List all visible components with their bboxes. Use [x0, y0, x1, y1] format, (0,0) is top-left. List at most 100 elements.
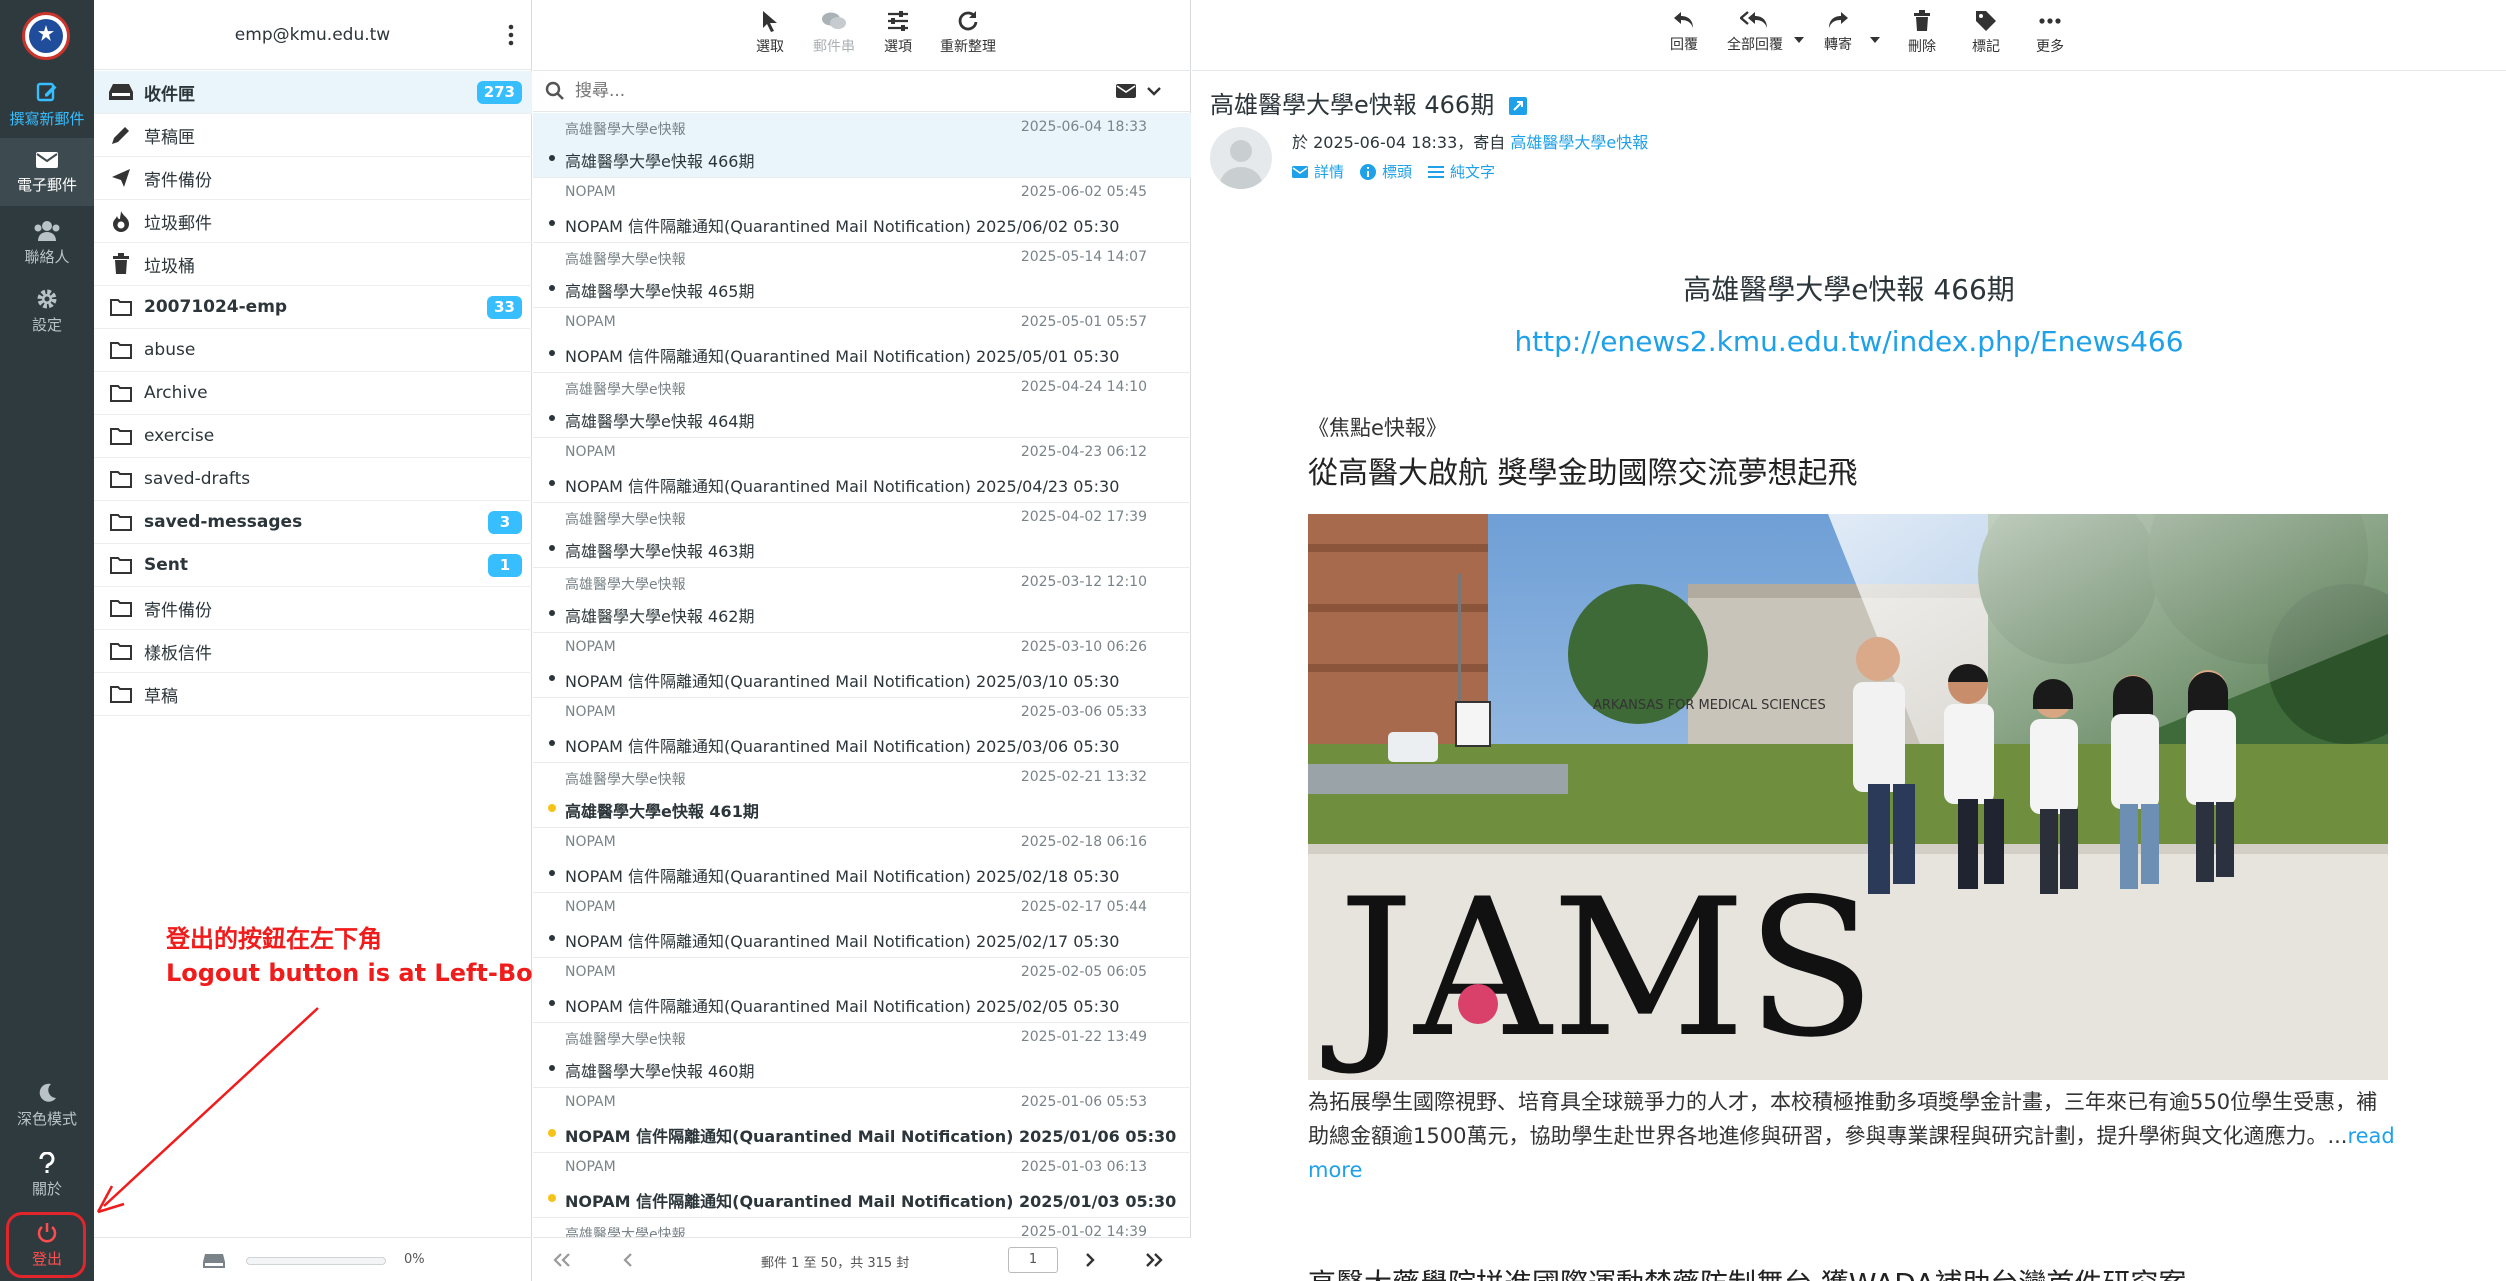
- envelope-icon: [36, 152, 58, 168]
- plain-text-label: 純文字: [1450, 163, 1496, 181]
- reply-all-button[interactable]: 全部回覆: [1716, 0, 1794, 70]
- delete-button[interactable]: 刪除: [1890, 0, 1954, 70]
- storage-icon: [203, 1254, 225, 1268]
- reply-button[interactable]: 回覆: [1652, 0, 1716, 70]
- folder-item[interactable]: 草稿匣: [94, 114, 532, 157]
- folder-item[interactable]: 樣板信件: [94, 630, 532, 673]
- dark-mode-button[interactable]: 深色模式: [0, 1082, 94, 1129]
- search-icon: [545, 81, 564, 100]
- select-button[interactable]: 選取: [738, 0, 802, 70]
- message-row[interactable]: NOPAM 2025-06-02 05:45 NOPAM 信件隔離通知(Quaran…: [533, 178, 1191, 243]
- article-photo[interactable]: JAMS ARKANSAS FOR MEDICAL SCIENCES: [1308, 514, 2388, 1080]
- message-meta: 於 2025-06-04 18:33，寄自 高雄醫學大學e快報: [1292, 129, 1648, 153]
- message-row[interactable]: NOPAM 2025-04-23 06:12 NOPAM 信件隔離通知(Quaran…: [533, 438, 1191, 503]
- unread-dot: [548, 804, 556, 812]
- message-row[interactable]: NOPAM 2025-05-01 05:57 NOPAM 信件隔離通知(Quaran…: [533, 308, 1191, 373]
- folder-item[interactable]: 寄件備份: [94, 587, 532, 630]
- about-button[interactable]: 關於: [0, 1152, 94, 1199]
- folder-item[interactable]: saved-messages 3: [94, 501, 532, 544]
- second-headline[interactable]: 高醫大藥學院拼進國際運動禁藥防制舞台 獲WADA補助台灣首件研究案: [1308, 1262, 2186, 1281]
- message-row[interactable]: 高雄醫學大學e快報 2025-03-12 12:10 高雄醫學大學e快報 462期: [533, 568, 1191, 633]
- read-dot: [549, 610, 555, 616]
- message-from: 高雄醫學大學e快報: [565, 772, 686, 788]
- refresh-button[interactable]: 重新整理: [930, 0, 1006, 70]
- folder-item[interactable]: 垃圾桶: [94, 243, 532, 286]
- left-nav-rail: 撰寫新郵件 電子郵件 聯絡人 設定 深色模式 關於 登出: [0, 0, 94, 1281]
- folder-item[interactable]: Archive: [94, 372, 532, 415]
- message-subject: NOPAM 信件隔離通知(Quarantined Mail Notificati…: [565, 997, 1120, 1016]
- message-row[interactable]: 高雄醫學大學e快報 2025-06-04 18:33 高雄醫學大學e快報 466期: [533, 113, 1191, 178]
- article-paragraph: 為拓展學生國際視野、培育具全球競爭力的人才，本校積極推動多項獎學金計畫，三年來已…: [1308, 1085, 2398, 1187]
- pager-summary: 郵件 1 至 50，共 315 封: [761, 1256, 910, 1271]
- message-date: 2025-03-10 06:26: [1020, 639, 1147, 655]
- reply-all-label: 全部回覆: [1727, 37, 1783, 53]
- page-number-input[interactable]: 1: [1008, 1247, 1058, 1273]
- mark-button[interactable]: 標記: [1954, 0, 2018, 70]
- message-subject: NOPAM 信件隔離通知(Quarantined Mail Notificati…: [565, 347, 1120, 366]
- newsletter-url[interactable]: http://enews2.kmu.edu.tw/index.php/Enews…: [1192, 325, 2506, 358]
- more-button[interactable]: 更多: [2018, 0, 2082, 70]
- message-subject: NOPAM 信件隔離通知(Quarantined Mail Notificati…: [565, 477, 1120, 496]
- folder-item[interactable]: 垃圾郵件: [94, 200, 532, 243]
- article-headline[interactable]: 從高醫大啟航 獎學金助國際交流夢想起飛: [1308, 448, 1858, 492]
- next-page-icon[interactable]: [1085, 1253, 1095, 1267]
- folder-name: 收件匣: [144, 84, 195, 105]
- message-date: 2025-01-03 06:13: [1020, 1159, 1147, 1175]
- folder-item[interactable]: Sent 1: [94, 544, 532, 587]
- message-from: NOPAM: [565, 184, 616, 200]
- message-from: 高雄醫學大學e快報: [565, 1032, 686, 1048]
- folder-name: abuse: [144, 340, 196, 360]
- message-row[interactable]: 高雄醫學大學e快報 2025-04-24 14:10 高雄醫學大學e快報 464期: [533, 373, 1191, 438]
- folder-item[interactable]: 收件匣 273: [94, 71, 532, 114]
- message-row[interactable]: NOPAM 2025-03-10 06:26 NOPAM 信件隔離通知(Quaran…: [533, 633, 1191, 698]
- quota-percent: 0%: [404, 1252, 425, 1267]
- message-row[interactable]: NOPAM 2025-01-03 06:13 NOPAM 信件隔離通知(Quaran…: [533, 1153, 1191, 1218]
- open-external-icon[interactable]: [1508, 96, 1528, 116]
- message-subject: 高雄醫學大學e快報 463期: [565, 542, 755, 561]
- sender-link[interactable]: 高雄醫學大學e快報: [1510, 133, 1648, 152]
- envelope-filter-icon[interactable]: [1115, 83, 1137, 99]
- headers-link[interactable]: 標頭: [1360, 161, 1412, 182]
- message-row[interactable]: NOPAM 2025-03-06 05:33 NOPAM 信件隔離通知(Quaran…: [533, 698, 1191, 763]
- settings-button[interactable]: 設定: [0, 288, 94, 335]
- message-row[interactable]: 高雄醫學大學e快報 2025-04-02 17:39 高雄醫學大學e快報 463期: [533, 503, 1191, 568]
- select-label: 選取: [756, 39, 784, 55]
- search-bar: [533, 70, 1191, 112]
- search-input[interactable]: [575, 81, 1115, 101]
- message-row[interactable]: NOPAM 2025-02-18 06:16 NOPAM 信件隔離通知(Quaran…: [533, 828, 1191, 893]
- message-row[interactable]: NOPAM 2025-01-06 05:53 NOPAM 信件隔離通知(Quaran…: [533, 1088, 1191, 1153]
- message-row[interactable]: 高雄醫學大學e快報 2025-01-22 13:49 高雄醫學大學e快報 460期: [533, 1023, 1191, 1088]
- message-row[interactable]: NOPAM 2025-02-17 05:44 NOPAM 信件隔離通知(Quaran…: [533, 893, 1191, 958]
- message-subject: NOPAM 信件隔離通知(Quarantined Mail Notificati…: [565, 1192, 1177, 1211]
- about-label: 關於: [31, 1180, 62, 1198]
- message-row[interactable]: 高雄醫學大學e快報 2025-05-14 14:07 高雄醫學大學e快報 465期: [533, 243, 1191, 308]
- reply-all-dropdown-icon[interactable]: [1794, 0, 1806, 70]
- threads-label: 郵件串: [813, 39, 855, 55]
- folder-item[interactable]: saved-drafts: [94, 458, 532, 501]
- folder-item[interactable]: exercise: [94, 415, 532, 458]
- folder-item[interactable]: abuse: [94, 329, 532, 372]
- mail-button[interactable]: 電子郵件: [0, 138, 94, 206]
- message-date: 2025-01-22 13:49: [1020, 1029, 1147, 1045]
- message-subject: NOPAM 信件隔離通知(Quarantined Mail Notificati…: [565, 737, 1120, 756]
- folder-item[interactable]: 20071024-emp 33: [94, 286, 532, 329]
- forward-button[interactable]: 轉寄: [1806, 0, 1870, 70]
- details-link[interactable]: 詳情: [1292, 161, 1344, 182]
- folder-icon: [106, 466, 136, 492]
- folder-item[interactable]: 寄件備份: [94, 157, 532, 200]
- plain-text-link[interactable]: 純文字: [1428, 161, 1495, 182]
- threads-button[interactable]: 郵件串: [802, 0, 866, 70]
- folder-item[interactable]: 草稿: [94, 673, 532, 716]
- forward-dropdown-icon[interactable]: [1870, 0, 1890, 70]
- options-button[interactable]: 選項: [866, 0, 930, 70]
- message-row[interactable]: 高雄醫學大學e快報 2025-02-21 13:32 高雄醫學大學e快報 461期: [533, 763, 1191, 828]
- prev-page-icon[interactable]: [623, 1253, 633, 1267]
- compose-button[interactable]: 撰寫新郵件: [0, 80, 94, 129]
- last-page-icon[interactable]: [1145, 1253, 1163, 1267]
- contacts-button[interactable]: 聯絡人: [0, 220, 94, 267]
- message-row[interactable]: NOPAM 2025-02-05 06:05 NOPAM 信件隔離通知(Quaran…: [533, 958, 1191, 1023]
- first-page-icon[interactable]: [553, 1253, 571, 1267]
- kebab-menu-icon[interactable]: [499, 18, 523, 52]
- folder-icon: [106, 423, 136, 449]
- chevron-down-icon[interactable]: [1147, 86, 1161, 96]
